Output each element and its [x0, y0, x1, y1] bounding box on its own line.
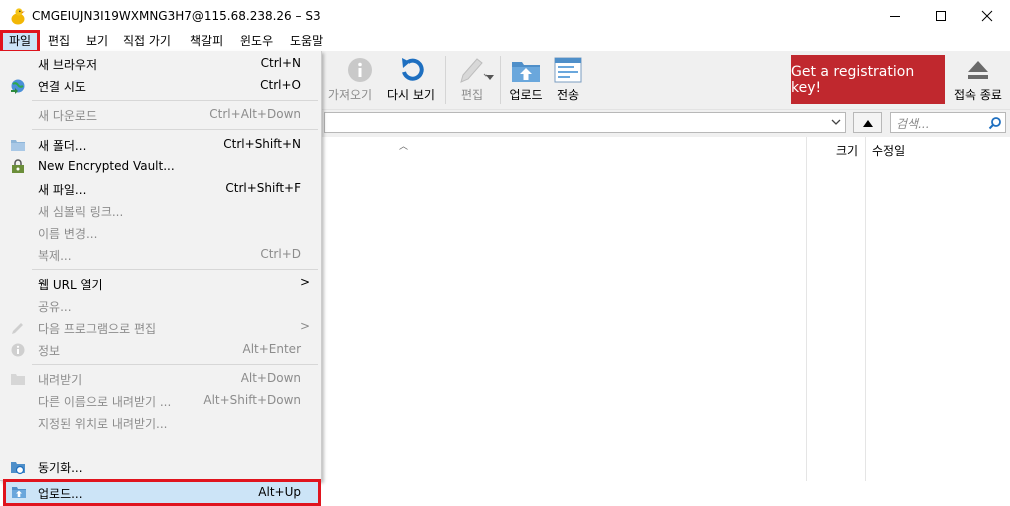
- close-button[interactable]: [964, 0, 1010, 32]
- refresh-button[interactable]: 다시 보기: [383, 51, 439, 109]
- menu-item-new-browser[interactable]: 새 브라우저 Ctrl+N: [2, 53, 320, 74]
- menu-bookmarks[interactable]: 책갈피: [190, 33, 223, 50]
- close-icon: [981, 10, 993, 22]
- menu-item-upload[interactable]: 업로드... Alt+Up: [3, 479, 321, 506]
- file-menu-dropdown: 새 브라우저 Ctrl+N 연결 시도 Ctrl+O 새 다운로드 Ctrl+A…: [0, 51, 322, 506]
- menu-separator: [32, 364, 318, 365]
- edit-dropdown-arrow-icon[interactable]: [486, 75, 494, 81]
- toolbar-separator: [445, 56, 446, 104]
- search-input[interactable]: 검색...: [890, 112, 1006, 133]
- registration-key-button[interactable]: Get a registration key!: [791, 55, 945, 104]
- menu-item-edit-with[interactable]: 다음 프로그램으로 편집 >: [2, 317, 320, 338]
- minimize-button[interactable]: [872, 0, 918, 32]
- menu-bar: 파일 편집 보기 직접 가기 책갈피 윈도우 도움말: [0, 30, 1010, 53]
- info-icon: [348, 58, 372, 82]
- chevron-down-icon[interactable]: [827, 114, 844, 131]
- menu-item-new-file[interactable]: 새 파일... Ctrl+Shift+F: [2, 178, 320, 199]
- column-divider[interactable]: [806, 137, 807, 481]
- pencil-icon: [460, 58, 487, 83]
- transfers-list-icon: [554, 57, 582, 83]
- sort-ascending-icon: ︿: [399, 142, 409, 152]
- path-selector[interactable]: [324, 112, 846, 133]
- column-header-size[interactable]: 크기: [836, 137, 858, 163]
- menu-edit[interactable]: 편집: [48, 33, 70, 50]
- minimize-icon: [890, 16, 900, 17]
- info-button[interactable]: 가져오기: [322, 51, 378, 109]
- upload-folder-icon: [512, 62, 540, 82]
- menu-item-new-download[interactable]: 새 다운로드 Ctrl+Alt+Down: [2, 104, 320, 125]
- up-arrow-icon: [862, 119, 873, 127]
- column-divider[interactable]: [865, 137, 866, 481]
- info-icon: [11, 343, 25, 357]
- menu-view[interactable]: 보기: [86, 33, 108, 50]
- maximize-icon: [936, 11, 946, 21]
- menu-item-share[interactable]: 공유...: [2, 295, 320, 316]
- globe-connect-icon: [11, 79, 25, 94]
- submenu-arrow-icon: >: [299, 319, 310, 333]
- menu-separator: [32, 100, 318, 101]
- column-header-modified[interactable]: 수정일: [872, 137, 905, 163]
- menu-file[interactable]: 파일: [0, 30, 40, 53]
- menu-item-info[interactable]: 정보 Alt+Enter: [2, 339, 320, 360]
- menu-item-open-web-url[interactable]: 웹 URL 열기 >: [2, 273, 320, 294]
- menu-help[interactable]: 도움말: [290, 33, 323, 50]
- title-bar: CMGEIUJN3I19WXMNG3H7@115.68.238.26 – S3: [0, 0, 1010, 32]
- upload-toolbar-button[interactable]: 업로드: [505, 51, 547, 109]
- menu-item-download[interactable]: 내려받기 Alt+Down: [2, 368, 320, 389]
- sync-folder-icon: [11, 462, 25, 475]
- menu-item-synchronize[interactable]: 동기화...: [2, 456, 320, 477]
- vault-icon: [12, 159, 24, 173]
- menu-window[interactable]: 윈도우: [240, 33, 273, 50]
- search-icon[interactable]: [988, 116, 1002, 130]
- submenu-arrow-icon: >: [299, 275, 310, 289]
- disconnect-button[interactable]: 접속 종료: [950, 51, 1006, 109]
- eject-icon: [968, 61, 988, 79]
- search-placeholder: 검색...: [896, 117, 930, 131]
- refresh-icon: [402, 58, 424, 81]
- menu-go[interactable]: 직접 가기: [123, 33, 171, 50]
- menu-item-rename[interactable]: 이름 변경...: [2, 222, 320, 243]
- menu-separator: [32, 129, 318, 130]
- pencil-icon: [12, 323, 23, 334]
- menu-item-download-as[interactable]: 다른 이름으로 내려받기 ... Alt+Shift+Down: [2, 390, 320, 411]
- transfers-button[interactable]: 전송: [551, 51, 585, 109]
- parent-directory-button[interactable]: [853, 112, 882, 133]
- window-title: CMGEIUJN3I19WXMNG3H7@115.68.238.26 – S3: [32, 9, 321, 23]
- menu-item-new-symlink[interactable]: 새 심볼릭 링크...: [2, 200, 320, 221]
- menu-item-download-to[interactable]: 지정된 위치로 내려받기...: [2, 412, 320, 433]
- toolbar-separator: [500, 56, 501, 104]
- new-folder-icon: [11, 140, 25, 151]
- maximize-button[interactable]: [918, 0, 964, 32]
- menu-item-new-folder[interactable]: 새 폴더... Ctrl+Shift+N: [2, 134, 320, 155]
- cyberduck-app-icon: [11, 8, 25, 25]
- menu-item-new-encrypted-vault[interactable]: New Encrypted Vault...: [2, 156, 320, 177]
- upload-folder-icon: [12, 487, 26, 498]
- menu-item-open-connection[interactable]: 연결 시도 Ctrl+O: [2, 75, 320, 96]
- menu-separator: [32, 269, 318, 270]
- download-folder-icon: [11, 374, 25, 385]
- menu-item-duplicate[interactable]: 복제... Ctrl+D: [2, 244, 320, 265]
